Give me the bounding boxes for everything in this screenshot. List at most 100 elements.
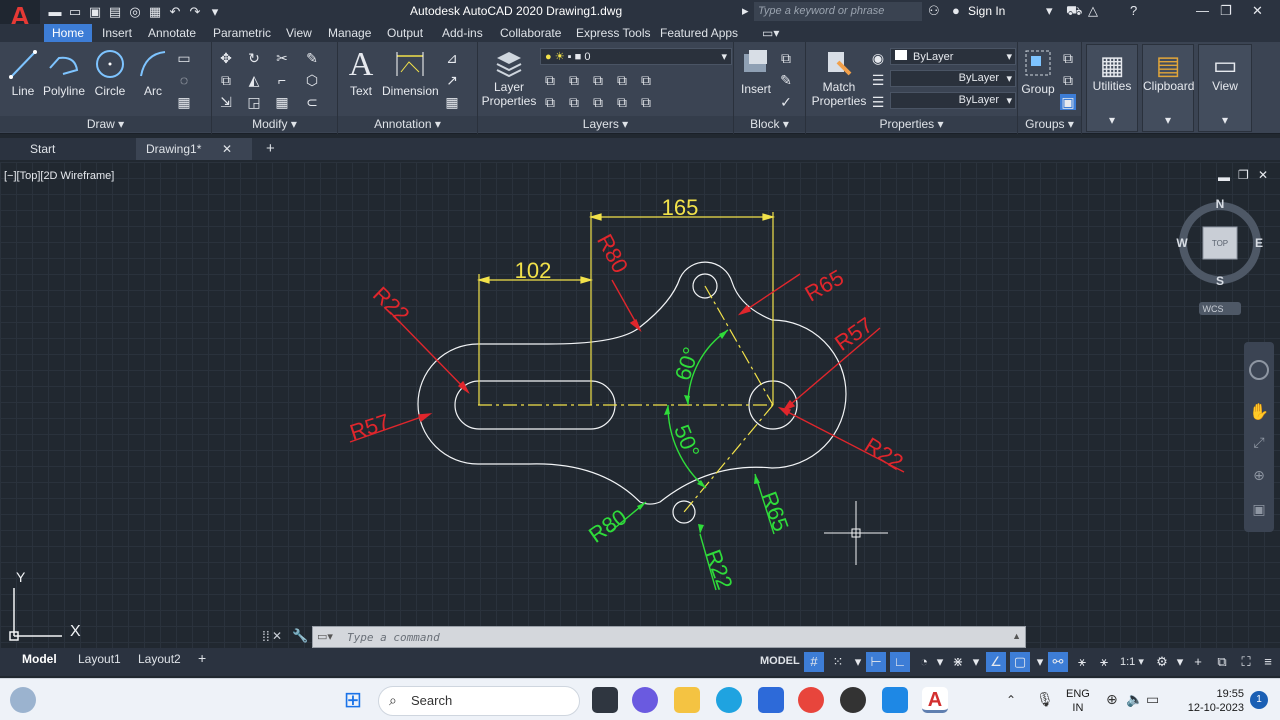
erase-icon[interactable]: ✎ [304, 50, 320, 66]
layer-tool-3-icon[interactable]: ⧉ [590, 72, 606, 88]
rectangle-icon[interactable]: ▭ [176, 50, 192, 66]
ortho-icon[interactable]: ∟ [890, 652, 910, 672]
battery-icon[interactable]: ▭ [1146, 691, 1159, 708]
save-as-icon[interactable]: ▤ [108, 5, 122, 19]
chevron-down-icon[interactable]: ▾ [930, 652, 950, 672]
group-selection-icon[interactable]: ▣ [1060, 94, 1076, 110]
chevron-down-icon[interactable]: ▾ [1046, 3, 1053, 19]
tab-insert[interactable]: Insert [102, 26, 132, 40]
tab-home[interactable]: Home [44, 24, 93, 42]
close-command-icon[interactable]: ✕ [272, 629, 282, 643]
annotation-panel-label[interactable]: Annotation ▾ [338, 116, 477, 132]
microphone-icon[interactable]: 🎙 [1036, 691, 1054, 708]
clean-screen-icon[interactable]: ⛶ [1236, 652, 1256, 672]
copy-icon[interactable]: ⧉ [218, 72, 234, 88]
tab-add-ins[interactable]: Add-ins [442, 26, 483, 40]
web-icon[interactable]: ◎ [128, 5, 142, 19]
taskbar-search[interactable]: ⌕ Search [378, 686, 580, 716]
open-folder-icon[interactable]: ▭ [68, 5, 82, 19]
chevron-down-icon[interactable]: ▾ [1030, 652, 1050, 672]
command-history-icon[interactable]: ▲ [1012, 631, 1021, 641]
stretch-icon[interactable]: ⇲ [218, 94, 234, 110]
dimension-tool[interactable]: Dimension [382, 48, 439, 98]
layer-tool-2-icon[interactable]: ⧉ [566, 72, 582, 88]
table-icon[interactable]: ▦ [444, 94, 460, 110]
infer-constraints-icon[interactable]: ⊢ [866, 652, 886, 672]
block-panel-label[interactable]: Block ▾ [734, 116, 805, 132]
annotation-scale-icon[interactable]: ⚹ [1094, 652, 1114, 672]
fillet-icon[interactable]: ⌐ [274, 72, 290, 88]
app-icon[interactable] [840, 687, 866, 713]
red-radius-leaders[interactable] [349, 273, 905, 473]
match-properties-tool[interactable]: Match Properties [810, 48, 868, 108]
edit-block-icon[interactable]: ✎ [778, 72, 794, 88]
lineweight-dropdown[interactable]: ByLayer ▾ [890, 92, 1016, 109]
view-button[interactable]: ▭ View ▾ [1198, 44, 1252, 132]
hatch-icon[interactable]: ◌ [176, 72, 192, 88]
tab-layout2[interactable]: Layout2 [138, 652, 181, 666]
linetype-icon[interactable]: ☰ [870, 94, 886, 110]
table-grid-icon[interactable]: ▦ [176, 94, 192, 110]
dim-r22-left[interactable]: R22 [368, 282, 414, 328]
save-icon[interactable]: ▣ [88, 5, 102, 19]
layer-tool-4-icon[interactable]: ⧉ [614, 72, 630, 88]
tab-drawing1[interactable]: Drawing1* [136, 138, 252, 160]
tab-layout1[interactable]: Layout1 [78, 652, 121, 666]
tab-manage[interactable]: Manage [328, 26, 371, 40]
annotation-visibility-icon[interactable]: ⚯ [1048, 652, 1068, 672]
block-attribute-icon[interactable]: ✓ [778, 94, 794, 110]
command-line[interactable]: ▭▾ Type a command ▲ [312, 626, 1026, 648]
customize-qat-icon[interactable]: ▾ [208, 5, 222, 19]
mirror-icon[interactable]: ◭ [246, 72, 262, 88]
dim-r65-bottom[interactable]: R65 [756, 488, 793, 534]
undo-icon[interactable]: ↶ [168, 5, 182, 19]
move-icon[interactable]: ✥ [218, 50, 234, 66]
layers-panel-label[interactable]: Layers ▾ [478, 116, 733, 132]
tab-collaborate[interactable]: Collaborate [500, 26, 561, 40]
cart-icon[interactable]: ⛟ [1066, 3, 1082, 21]
dim-r22-right[interactable]: R22 [860, 432, 907, 475]
chevron-up-icon[interactable]: ⌃ [1006, 693, 1016, 707]
text-tool[interactable]: A Text [344, 46, 378, 98]
file-explorer-icon[interactable] [674, 687, 700, 713]
array-icon[interactable]: ▦ [274, 94, 290, 110]
plus-icon[interactable]: + [1188, 652, 1208, 672]
autodesk-a360-icon[interactable]: △ [1088, 3, 1098, 19]
tab-output[interactable]: Output [387, 26, 423, 40]
layer-dropdown[interactable]: ● ☀ ▪ ■ 0 ▾ [540, 48, 732, 65]
tab-featured-apps[interactable]: Featured Apps [660, 26, 738, 40]
close-icon[interactable]: ✕ [1252, 3, 1263, 19]
customize-icon[interactable]: 🔧 [292, 628, 308, 644]
object-snap-tracking-icon[interactable]: ∠ [986, 652, 1006, 672]
dim-r57-left[interactable]: R57 [347, 409, 393, 445]
autocad-taskbar-icon[interactable]: A [922, 687, 948, 713]
group-edit-icon[interactable]: ⧉ [1060, 72, 1076, 88]
object-snap-icon[interactable]: ▢ [1010, 652, 1030, 672]
color-dropdown[interactable]: ByLayer ▾ [890, 48, 1016, 65]
customize-menu-icon[interactable]: ≡ [1258, 652, 1278, 672]
clipboard-button[interactable]: ▤ Clipboard ▾ [1142, 44, 1194, 132]
help-icon[interactable]: ? [1130, 3, 1137, 18]
dim-r22-bottom[interactable]: R22 [700, 546, 737, 592]
drawing-viewport[interactable]: [−][Top][2D Wireframe] ▬ ❐ ✕ TOP N S E W… [0, 162, 1280, 648]
chevron-down-icon[interactable]: ▾ [1170, 652, 1190, 672]
chevron-down-icon[interactable]: ▾ [848, 652, 868, 672]
multileader-icon[interactable]: ↗ [444, 72, 460, 88]
minimize-icon[interactable]: — [1196, 3, 1209, 18]
ungroup-icon[interactable]: ⧉ [1060, 50, 1076, 66]
layer-tool-7-icon[interactable]: ⧉ [566, 94, 582, 110]
teams-chat-icon[interactable] [632, 687, 658, 713]
navigation-bar[interactable]: ✋ ⤢ ⊕ ▣ [1244, 342, 1274, 532]
layer-tool-1-icon[interactable]: ⧉ [542, 72, 558, 88]
weather-icon[interactable] [10, 687, 36, 713]
create-block-icon[interactable]: ⧉ [778, 50, 794, 66]
leader-icon[interactable]: ⊿ [444, 50, 460, 66]
dim-102[interactable]: 102 [515, 258, 552, 283]
command-input[interactable]: Type a command [347, 631, 440, 644]
gear-icon[interactable]: ⚙ [1152, 652, 1172, 672]
layer-tool-5-icon[interactable]: ⧉ [638, 72, 654, 88]
dim-r80-bottom[interactable]: R80 [584, 504, 631, 548]
ribbon-toggle-icon[interactable]: ▭▾ [762, 26, 779, 40]
new-file-icon[interactable]: ▬ [48, 5, 62, 19]
notification-badge[interactable]: 1 [1250, 691, 1268, 709]
